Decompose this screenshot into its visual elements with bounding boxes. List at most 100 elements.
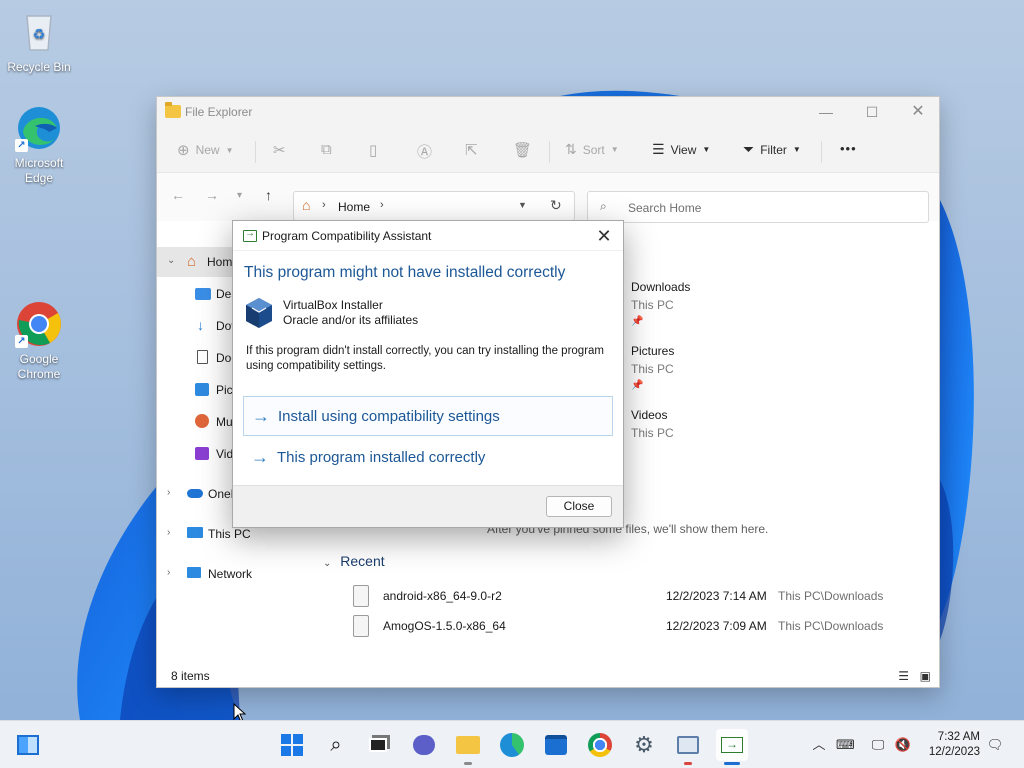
edge-icon: ↗ [15,104,63,152]
view-button[interactable]: ☰ View ▼ [652,141,710,158]
file-icon [353,615,369,637]
tile-location: This PC [631,362,674,376]
delete-button[interactable]: 🗑 [513,141,532,159]
address-dropdown-icon[interactable]: ▼ [518,200,527,210]
widgets-button[interactable] [12,729,44,761]
sort-icon: ⇅ [565,141,577,157]
up-arrow-icon[interactable]: ↑ [265,187,272,203]
notifications-icon[interactable]: 🗨 [986,736,1004,754]
details-view-icon[interactable]: ☰ [898,669,909,683]
shortcut-arrow-icon: ↗ [15,335,28,348]
dialog-message: If this program didn't install correctly… [246,345,604,372]
chrome-taskbar-button[interactable] [584,729,616,761]
toolbar-divider [255,141,256,163]
breadcrumb-home[interactable]: Home [338,200,370,214]
chat-button[interactable] [408,729,440,761]
edge-icon [500,733,524,757]
sort-button[interactable]: ⇅ Sort ▼ [565,141,619,158]
task-view-button[interactable] [362,729,394,761]
edge-taskbar-button[interactable] [496,729,528,761]
widgets-icon [17,735,39,755]
compatibility-assistant-taskbar-button[interactable]: → [716,729,748,765]
volume-muted-icon[interactable]: 🔇 [894,736,912,754]
forward-arrow-icon[interactable]: → [205,187,219,203]
back-arrow-icon[interactable]: ← [171,187,185,203]
keyboard-icon[interactable]: ⌨ [836,736,855,754]
rename-icon: Ⓐ [417,144,433,161]
plus-circle-icon: ⊕ [177,142,190,159]
close-button[interactable]: Close [546,496,612,517]
dialog-footer: Close [233,485,623,527]
onedrive-cloud-icon [187,489,203,498]
breadcrumb-separator-icon: › [322,199,326,211]
cut-button[interactable]: ✂ [273,141,286,159]
clock[interactable]: 7:32 AM 12/2/2023 [929,730,980,760]
trash-icon: 🗑 [513,142,533,159]
close-window-button[interactable]: ✕ [895,97,941,129]
videos-icon [195,447,209,460]
shortcut-arrow-icon: ↗ [15,139,28,152]
settings-taskbar-button[interactable]: ⚙ [628,729,660,761]
chevron-down-icon: ▼ [702,145,711,154]
see-more-button[interactable]: ••• [840,141,857,156]
installed-correctly-link[interactable]: → This program installed correctly [243,437,613,477]
virtualbox-manager-taskbar-button[interactable] [672,729,704,765]
recent-locations-chevron-icon[interactable]: ▾ [237,190,242,201]
pictures-icon [195,383,209,396]
search-icon: ⌕ [600,199,607,213]
nav-item-network[interactable]: › Network [157,559,327,589]
file-location: This PC\Downloads [778,619,884,633]
file-explorer-taskbar-button[interactable] [452,729,484,765]
home-icon: ⌂ [302,197,311,213]
minimize-button[interactable]: — [803,97,849,129]
download-icon: ↓ [197,317,204,333]
desktop-icon-recycle-bin[interactable]: ♻ Recycle Bin [1,8,77,75]
table-row[interactable]: AmogOS-1.5.0-x86_64 12/2/2023 7:09 AM Th… [353,613,933,641]
running-indicator [684,762,692,765]
share-button[interactable]: ⇱ [465,141,478,159]
address-bar[interactable]: ⌂ › Home › ▼ ↻ [293,191,575,221]
file-date: 12/2/2023 7:09 AM [666,619,767,633]
refresh-icon[interactable]: ↻ [550,197,562,214]
desktop-icon-chrome[interactable]: ↗ Google Chrome [1,300,77,382]
install-compatibility-settings-link[interactable]: → Install using compatibility settings [243,396,613,436]
pin-icon: 📌 [631,316,644,327]
show-hidden-icons-chevron-icon[interactable]: ︿ [810,736,828,754]
teams-chat-icon [413,735,435,755]
start-button[interactable] [276,729,308,761]
network-status-icon[interactable]: 🖵 [869,736,887,754]
copy-icon: ⧉ [321,141,332,158]
search-input[interactable]: ⌕ Search Home [587,191,929,223]
chevron-right-icon: › [167,527,171,538]
explorer-title-bar[interactable]: File Explorer — ☐ ✕ [157,97,939,129]
share-icon: ⇱ [465,142,478,159]
music-icon [195,414,209,428]
close-icon[interactable]: ✕ [593,225,615,247]
dialog-title: Program Compatibility Assistant [262,229,432,243]
table-row[interactable]: android-x86_64-9.0-r2 12/2/2023 7:14 AM … [353,583,933,611]
desktop-icon-label: Google Chrome [17,352,61,381]
paste-button[interactable]: ▯ [369,141,377,159]
file-name: AmogOS-1.5.0-x86_64 [383,619,506,633]
svg-text:♻: ♻ [33,27,46,43]
store-taskbar-button[interactable] [540,729,572,761]
filter-button[interactable]: ⏷ Filter ▼ [743,141,801,158]
quick-access-downloads[interactable]: Downloads This PC 📌 [631,280,690,327]
filter-icon: ⏷ [743,141,755,157]
recent-section-header[interactable]: ⌄ Recent [323,553,385,569]
maximize-button[interactable]: ☐ [849,97,895,129]
search-button[interactable]: ⌕ [320,729,352,761]
toolbar-divider [549,141,550,163]
dialog-title-bar[interactable]: → Program Compatibility Assistant ✕ [233,221,623,251]
item-count: 8 items [171,669,210,683]
rename-button[interactable]: Ⓐ [417,141,432,162]
toolbar-divider [821,141,822,163]
compatibility-assistant-icon: → [243,228,257,242]
quick-access-videos[interactable]: Videos This PC [631,408,674,440]
quick-access-pictures[interactable]: Pictures This PC 📌 [631,344,674,391]
desktop-icon-edge[interactable]: ↗ Microsoft Edge [1,104,77,186]
new-button[interactable]: ⊕ New ▼ [177,141,234,159]
file-icon [353,585,369,607]
copy-button[interactable]: ⧉ [321,141,332,158]
tiles-view-icon[interactable]: ▣ [920,669,931,683]
